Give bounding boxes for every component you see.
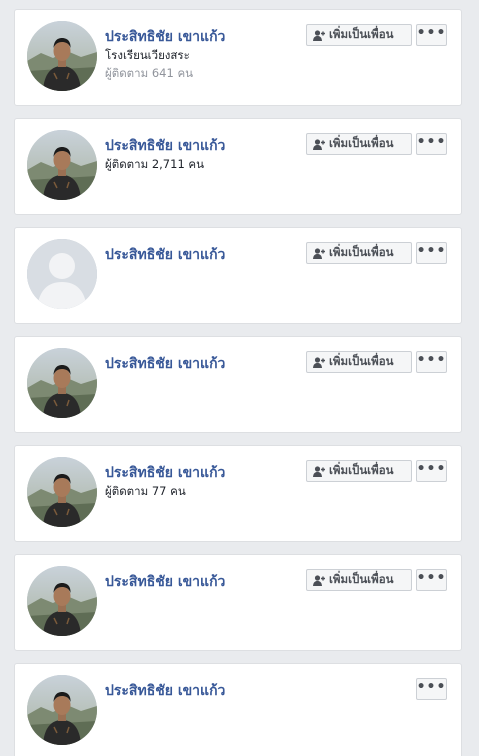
result-card: ประสิทธิชัย เขาแก้ว ••• <box>14 663 462 756</box>
add-friend-icon <box>313 356 325 368</box>
add-friend-icon <box>313 138 325 150</box>
card-actions: เพิ่มเป็นเพื่อน ••• <box>306 460 447 482</box>
more-dots-icon: ••• <box>416 25 447 41</box>
add-friend-button[interactable]: เพิ่มเป็นเพื่อน <box>306 24 412 46</box>
person-name-link[interactable]: ประสิทธิชัย เขาแก้ว <box>105 28 305 46</box>
avatar[interactable] <box>27 21 97 91</box>
person-photo-icon <box>27 21 97 91</box>
person-info: ประสิทธิชัย เขาแก้วผู้ติดตาม 2,711 คน <box>105 137 305 173</box>
more-dots-icon: ••• <box>416 570 447 586</box>
person-photo-icon <box>27 457 97 527</box>
card-actions: เพิ่มเป็นเพื่อน ••• <box>306 24 447 46</box>
add-friend-icon <box>313 29 325 41</box>
result-card: ประสิทธิชัย เขาแก้ว ผู้ติดตาม 77 คน เพิ่มเ… <box>14 445 462 542</box>
avatar[interactable] <box>27 239 97 309</box>
person-name-link[interactable]: ประสิทธิชัย เขาแก้ว <box>105 355 305 373</box>
more-dots-icon: ••• <box>416 134 447 150</box>
person-name-link[interactable]: ประสิทธิชัย เขาแก้ว <box>105 573 305 591</box>
person-name-link[interactable]: ประสิทธิชัย เขาแก้ว <box>105 246 305 264</box>
person-info: ประสิทธิชัย เขาแก้ว <box>105 682 305 700</box>
more-dots-icon: ••• <box>416 352 447 368</box>
add-friend-label: เพิ่มเป็นเพื่อน <box>329 27 394 41</box>
followers-count: ผู้ติดตาม 641 คน <box>105 66 193 80</box>
result-card: ประสิทธิชัย เขาแก้ว เพิ่มเป็นเพื่อน ••• <box>14 554 462 651</box>
avatar[interactable] <box>27 348 97 418</box>
avatar[interactable] <box>27 675 97 745</box>
card-actions: เพิ่มเป็นเพื่อน ••• <box>306 351 447 373</box>
avatar[interactable] <box>27 457 97 527</box>
person-photo-icon <box>27 566 97 636</box>
person-info: ประสิทธิชัย เขาแก้ว <box>105 573 305 591</box>
result-card: ประสิทธิชัย เขาแก้ว เพิ่มเป็นเพื่อน ••• <box>14 227 462 324</box>
person-photo-icon <box>27 675 97 745</box>
more-dots-icon: ••• <box>416 243 447 259</box>
followers-count: ผู้ติดตาม 2,711 คน <box>105 157 204 171</box>
more-dots-icon: ••• <box>416 679 447 695</box>
more-options-button[interactable]: ••• <box>416 460 447 482</box>
add-friend-button[interactable]: เพิ่มเป็นเพื่อน <box>306 569 412 591</box>
school-text: โรงเรียนเวียงสระ <box>105 48 190 62</box>
person-info: ประสิทธิชัย เขาแก้วผู้ติดตาม 77 คน <box>105 464 305 500</box>
card-actions: เพิ่มเป็นเพื่อน ••• <box>306 242 447 264</box>
card-actions: เพิ่มเป็นเพื่อน ••• <box>306 569 447 591</box>
more-options-button[interactable]: ••• <box>416 351 447 373</box>
add-friend-button[interactable]: เพิ่มเป็นเพื่อน <box>306 351 412 373</box>
more-options-button[interactable]: ••• <box>416 678 447 700</box>
more-options-button[interactable]: ••• <box>416 569 447 591</box>
add-friend-icon <box>313 247 325 259</box>
followers-count: ผู้ติดตาม 77 คน <box>105 484 186 498</box>
add-friend-icon <box>313 574 325 586</box>
person-name-link[interactable]: ประสิทธิชัย เขาแก้ว <box>105 682 305 700</box>
card-actions: เพิ่มเป็นเพื่อน ••• <box>306 133 447 155</box>
more-options-button[interactable]: ••• <box>416 133 447 155</box>
people-search-results: ประสิทธิชัย เขาแก้ว โรงเรียนเวียงสระ ผู้ติ… <box>0 0 479 756</box>
default-avatar-icon <box>27 239 97 309</box>
add-friend-label: เพิ่มเป็นเพื่อน <box>329 463 394 477</box>
person-info: ประสิทธิชัย เขาแก้ว <box>105 355 305 373</box>
avatar[interactable] <box>27 566 97 636</box>
card-actions: ••• <box>416 678 447 700</box>
person-photo-icon <box>27 130 97 200</box>
more-options-button[interactable]: ••• <box>416 24 447 46</box>
person-name-link[interactable]: ประสิทธิชัย เขาแก้ว <box>105 137 305 155</box>
add-friend-button[interactable]: เพิ่มเป็นเพื่อน <box>306 242 412 264</box>
add-friend-icon <box>313 465 325 477</box>
add-friend-label: เพิ่มเป็นเพื่อน <box>329 354 394 368</box>
avatar[interactable] <box>27 130 97 200</box>
add-friend-button[interactable]: เพิ่มเป็นเพื่อน <box>306 133 412 155</box>
add-friend-label: เพิ่มเป็นเพื่อน <box>329 572 394 586</box>
person-info: ประสิทธิชัย เขาแก้วโรงเรียนเวียงสระผู้ติ… <box>105 28 305 82</box>
person-name-link[interactable]: ประสิทธิชัย เขาแก้ว <box>105 464 305 482</box>
add-friend-label: เพิ่มเป็นเพื่อน <box>329 136 394 150</box>
person-info: ประสิทธิชัย เขาแก้ว <box>105 246 305 264</box>
more-options-button[interactable]: ••• <box>416 242 447 264</box>
more-dots-icon: ••• <box>416 461 447 477</box>
add-friend-button[interactable]: เพิ่มเป็นเพื่อน <box>306 460 412 482</box>
result-card: ประสิทธิชัย เขาแก้ว เพิ่มเป็นเพื่อน ••• <box>14 336 462 433</box>
person-photo-icon <box>27 348 97 418</box>
result-card: ประสิทธิชัย เขาแก้วโรงเรียนเวียงสระผู้ติ… <box>14 9 462 106</box>
add-friend-label: เพิ่มเป็นเพื่อน <box>329 245 394 259</box>
result-card: ประสิทธิชัย เขาแก้ว ผู้ติดตาม 2,711 คน เพิ… <box>14 118 462 215</box>
